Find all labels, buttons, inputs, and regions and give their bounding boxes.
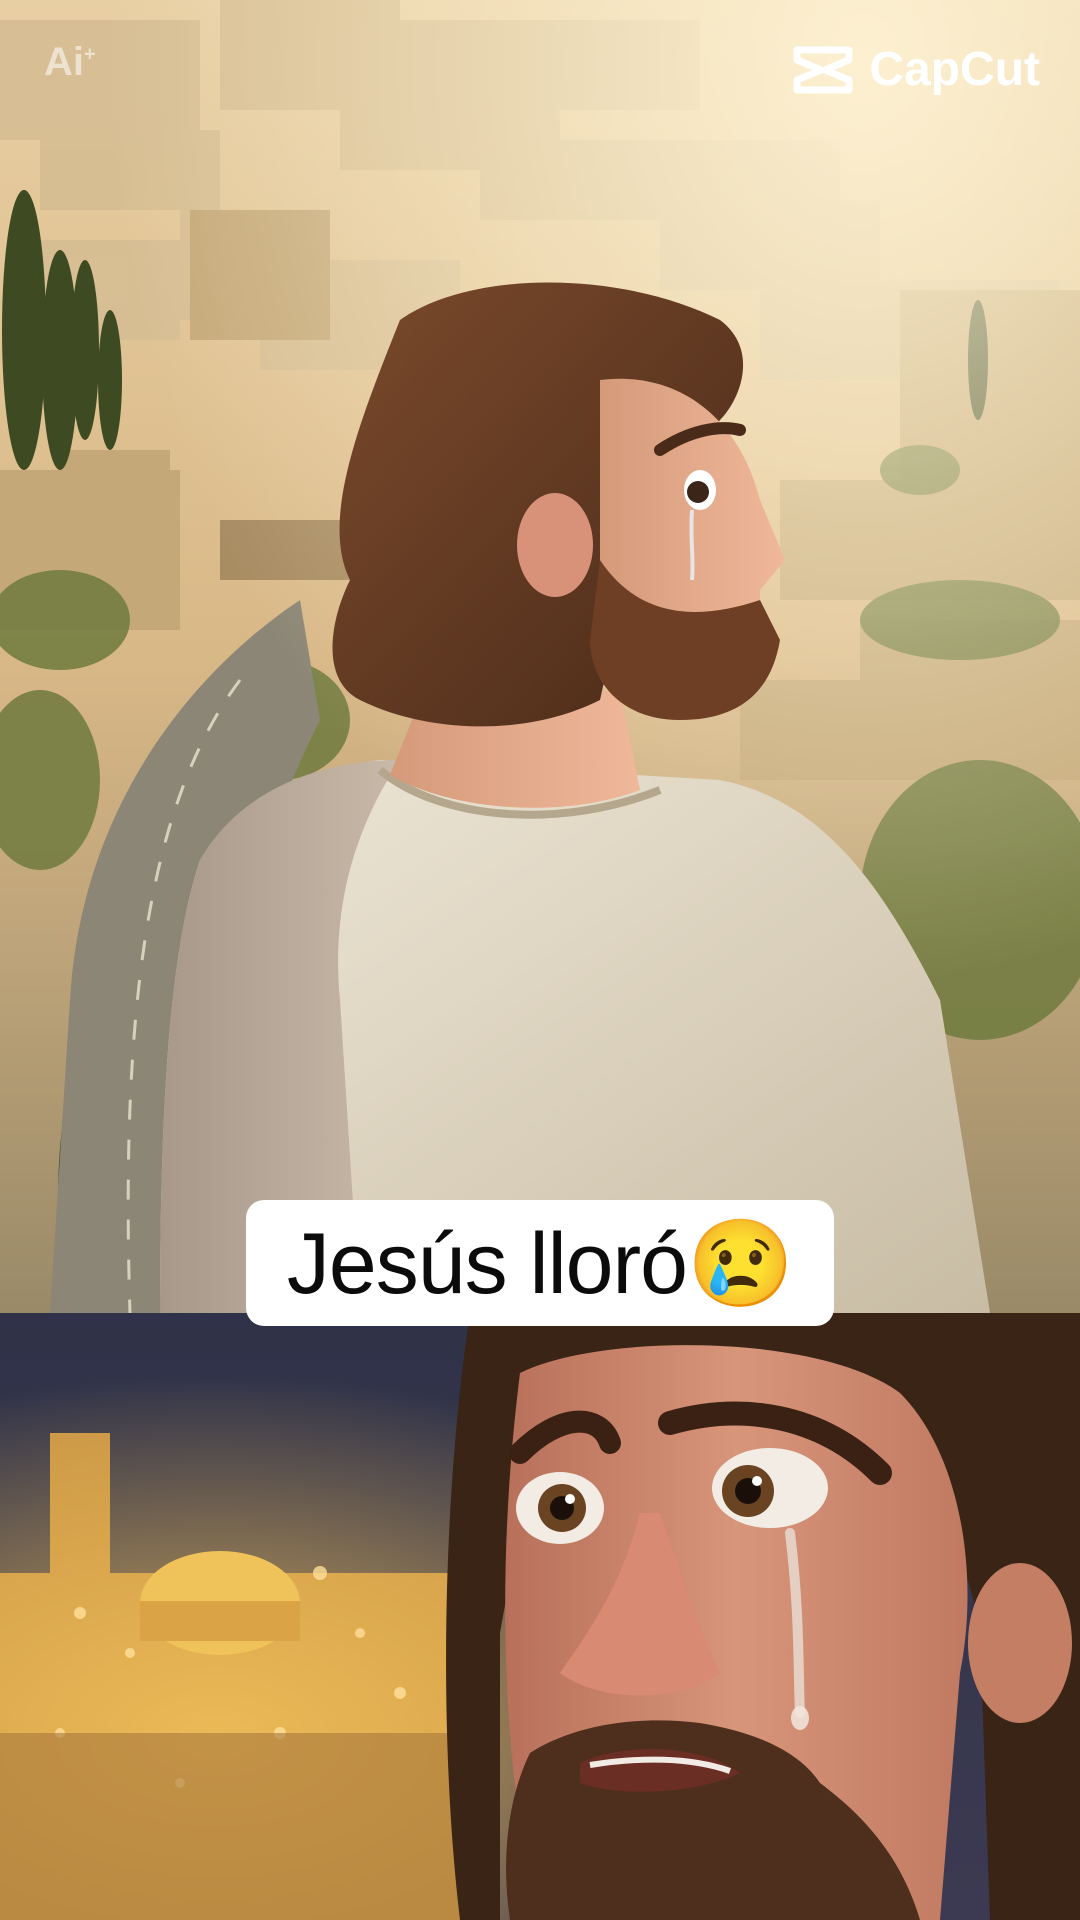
city-overlook-illustration: [0, 0, 1080, 1313]
bottom-scene: [0, 1313, 1080, 1920]
crying-closeup-illustration: [0, 1313, 1080, 1920]
top-scene: [0, 0, 1080, 1313]
ai-generated-badge: Ai+: [44, 40, 96, 85]
ai-badge-label: Ai: [44, 40, 84, 84]
caption-text: Jesús lloró😢: [286, 1215, 794, 1312]
capcut-logo-icon: [793, 46, 853, 93]
caption-box: Jesús lloró😢: [246, 1200, 834, 1326]
capcut-watermark: CapCut: [791, 42, 1040, 97]
video-frame: Jesús lloró😢 Ai+ CapCut: [0, 0, 1080, 1920]
ai-badge-sup: +: [84, 43, 96, 66]
capcut-brand-text: CapCut: [869, 43, 1040, 96]
